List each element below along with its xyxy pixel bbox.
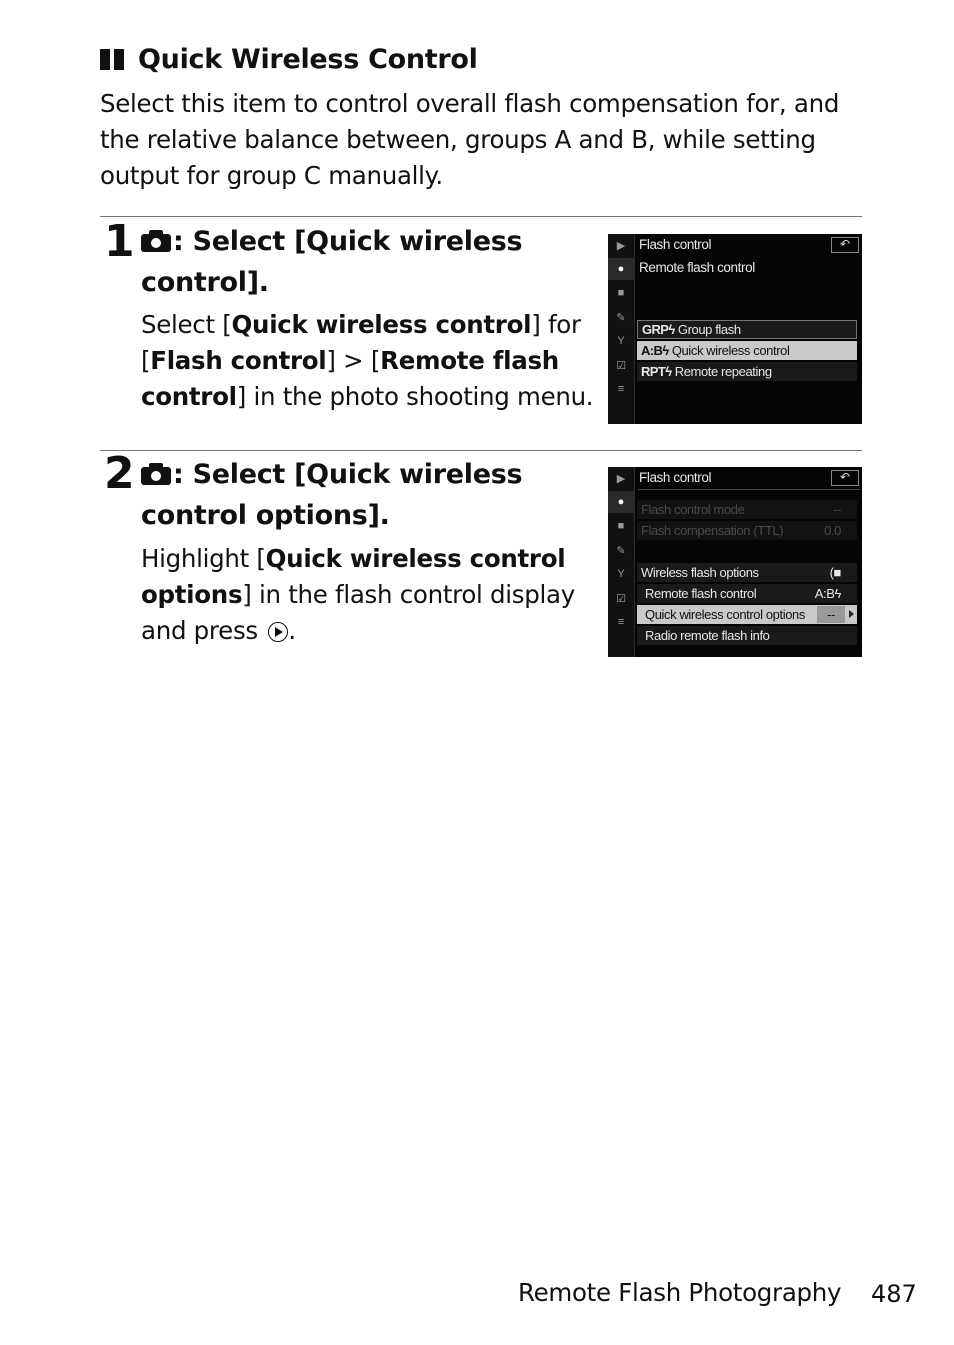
instruction-text: Select [ xyxy=(141,310,232,339)
step-title: : Select [Quick wireless control]. xyxy=(141,226,523,298)
instruction-text: ] > [ xyxy=(326,346,381,375)
step-instructions: Select [Quick wireless control] for [Fla… xyxy=(141,307,601,415)
screen-subtitle: Remote flash control xyxy=(639,260,755,275)
menu-row-remote-flash-control[interactable]: Remote flash control A:Bϟ xyxy=(637,584,857,603)
menu-row-flash-control-mode: Flash control mode -- xyxy=(637,500,857,519)
option-group-flash[interactable]: GRPϟ Group flash xyxy=(637,320,857,339)
custom-settings-icon[interactable]: ✎ xyxy=(608,539,634,561)
menu-row-quick-wireless-control-options[interactable]: Quick wireless control options -- xyxy=(637,605,857,624)
setup-icon[interactable]: Y xyxy=(608,563,634,585)
step-title: : Select [Quick wireless control options… xyxy=(141,459,523,531)
my-menu-icon[interactable]: ≡ xyxy=(608,378,634,400)
menu-rail: ▶ ● ■ ✎ Y ☑ ≡ xyxy=(608,234,635,424)
menu-item-reference: Quick wireless control xyxy=(231,310,532,339)
instruction-text: Highlight [ xyxy=(141,544,266,573)
custom-settings-icon[interactable]: ✎ xyxy=(608,306,634,328)
return-icon[interactable]: ↶ xyxy=(831,237,859,253)
camera-menu-screen: ▶ ● ■ ✎ Y ☑ ≡ Flash control ↶ Remote fla… xyxy=(608,234,862,424)
photo-shooting-icon[interactable]: ● xyxy=(608,491,634,513)
playback-icon[interactable]: ▶ xyxy=(608,467,634,489)
screen-title: Flash control xyxy=(639,237,712,252)
my-menu-icon[interactable]: ≡ xyxy=(608,611,634,633)
double-bar-icon xyxy=(100,49,124,70)
step-divider xyxy=(100,216,862,217)
multi-selector-right-icon xyxy=(268,622,289,642)
return-icon[interactable]: ↶ xyxy=(831,470,859,486)
instruction-text: ] in the photo shooting menu. xyxy=(236,382,594,411)
camera-menu-screen: ▶ ● ■ ✎ Y ☑ ≡ Flash control ↶ Flash cont… xyxy=(608,467,862,657)
footer-chapter-title: Remote Flash Photography xyxy=(518,1278,842,1307)
instruction-text: . xyxy=(288,616,296,645)
camera-icon xyxy=(141,463,171,485)
title-divider xyxy=(638,489,860,490)
menu-row-wireless-flash-options[interactable]: Wireless flash options (■ xyxy=(637,563,857,582)
menu-row-radio-remote-flash-info[interactable]: Radio remote flash info xyxy=(637,626,857,645)
photo-shooting-icon[interactable]: ● xyxy=(608,258,634,280)
setup-icon[interactable]: Y xyxy=(608,330,634,352)
menu-item-reference: Flash control xyxy=(150,346,327,375)
playback-icon[interactable]: ▶ xyxy=(608,234,634,256)
option-quick-wireless-control[interactable]: A:Bϟ Quick wireless control xyxy=(637,341,857,360)
screen-title: Flash control xyxy=(639,470,712,485)
right-arrow-icon xyxy=(849,610,854,618)
intro-paragraph: Select this item to control overall flas… xyxy=(100,89,840,190)
movie-shooting-icon[interactable]: ■ xyxy=(608,515,634,537)
page-number: 487 xyxy=(871,1280,917,1308)
movie-shooting-icon[interactable]: ■ xyxy=(608,282,634,304)
step-number: 2 xyxy=(104,448,135,499)
step-instructions: Highlight [Quick wireless control option… xyxy=(141,541,601,649)
camera-icon xyxy=(141,230,171,252)
step-number: 1 xyxy=(104,216,135,267)
option-remote-repeating[interactable]: RPTϟ Remote repeating xyxy=(637,362,857,381)
menu-row-flash-compensation: Flash compensation (TTL) 0.0 xyxy=(637,521,857,540)
retouch-icon[interactable]: ☑ xyxy=(608,587,634,609)
section-title: Quick Wireless Control xyxy=(138,44,478,75)
retouch-icon[interactable]: ☑ xyxy=(608,354,634,376)
section-heading: Quick Wireless Control xyxy=(100,44,478,75)
menu-rail: ▶ ● ■ ✎ Y ☑ ≡ xyxy=(608,467,635,657)
step-divider xyxy=(100,450,862,451)
